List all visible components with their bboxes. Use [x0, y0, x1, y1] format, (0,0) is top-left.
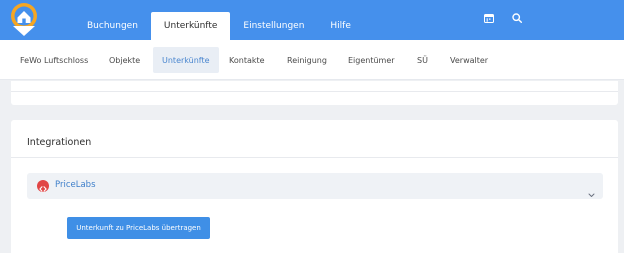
- main-nav: Buchungen Unterkünfte Einstellungen Hilf…: [74, 12, 364, 40]
- subnav-item-unterkuenfte[interactable]: Unterkünfte: [153, 47, 219, 73]
- subnav-item-eigentuemer[interactable]: Eigentümer: [339, 47, 404, 73]
- card-divider: [11, 91, 618, 92]
- top-bar: Buchungen Unterkünfte Einstellungen Hilf…: [0, 0, 624, 40]
- subnav-item-verwalter[interactable]: Verwalter: [441, 47, 497, 73]
- header-actions: [484, 13, 522, 23]
- calendar-icon[interactable]: [484, 13, 494, 23]
- subnav-item-sue[interactable]: SÜ: [408, 47, 437, 73]
- subnav-item-objekte[interactable]: Objekte: [100, 47, 149, 73]
- pricelabs-accordion-label: PriceLabs: [55, 180, 96, 190]
- integrations-title: Integrationen: [27, 137, 92, 148]
- sub-nav: FeWo Luftschloss Objekte Unterkünfte Kon…: [0, 40, 624, 80]
- nav-tab-buchungen[interactable]: Buchungen: [74, 12, 151, 40]
- previous-card: [11, 81, 618, 105]
- subnav-item-kontakte[interactable]: Kontakte: [220, 47, 274, 73]
- house-pin-logo-icon[interactable]: [8, 2, 40, 38]
- chevron-down-icon[interactable]: [588, 183, 595, 202]
- subnav-item-fewo-luftschloss[interactable]: FeWo Luftschloss: [11, 47, 97, 73]
- transfer-to-pricelabs-button[interactable]: Unterkunft zu PriceLabs übertragen: [67, 217, 210, 239]
- card-divider: [11, 157, 618, 158]
- nav-tab-hilfe[interactable]: Hilfe: [317, 12, 363, 40]
- subnav-item-reinigung[interactable]: Reinigung: [278, 47, 336, 73]
- pricelabs-code-icon: [37, 180, 49, 192]
- nav-tab-unterkuenfte[interactable]: Unterkünfte: [150, 12, 231, 40]
- pricelabs-accordion[interactable]: PriceLabs: [27, 173, 603, 199]
- search-icon[interactable]: [512, 13, 522, 23]
- nav-tab-einstellungen[interactable]: Einstellungen: [230, 12, 317, 40]
- integrations-card: Integrationen PriceLabs Unterkunft zu Pr…: [11, 120, 618, 253]
